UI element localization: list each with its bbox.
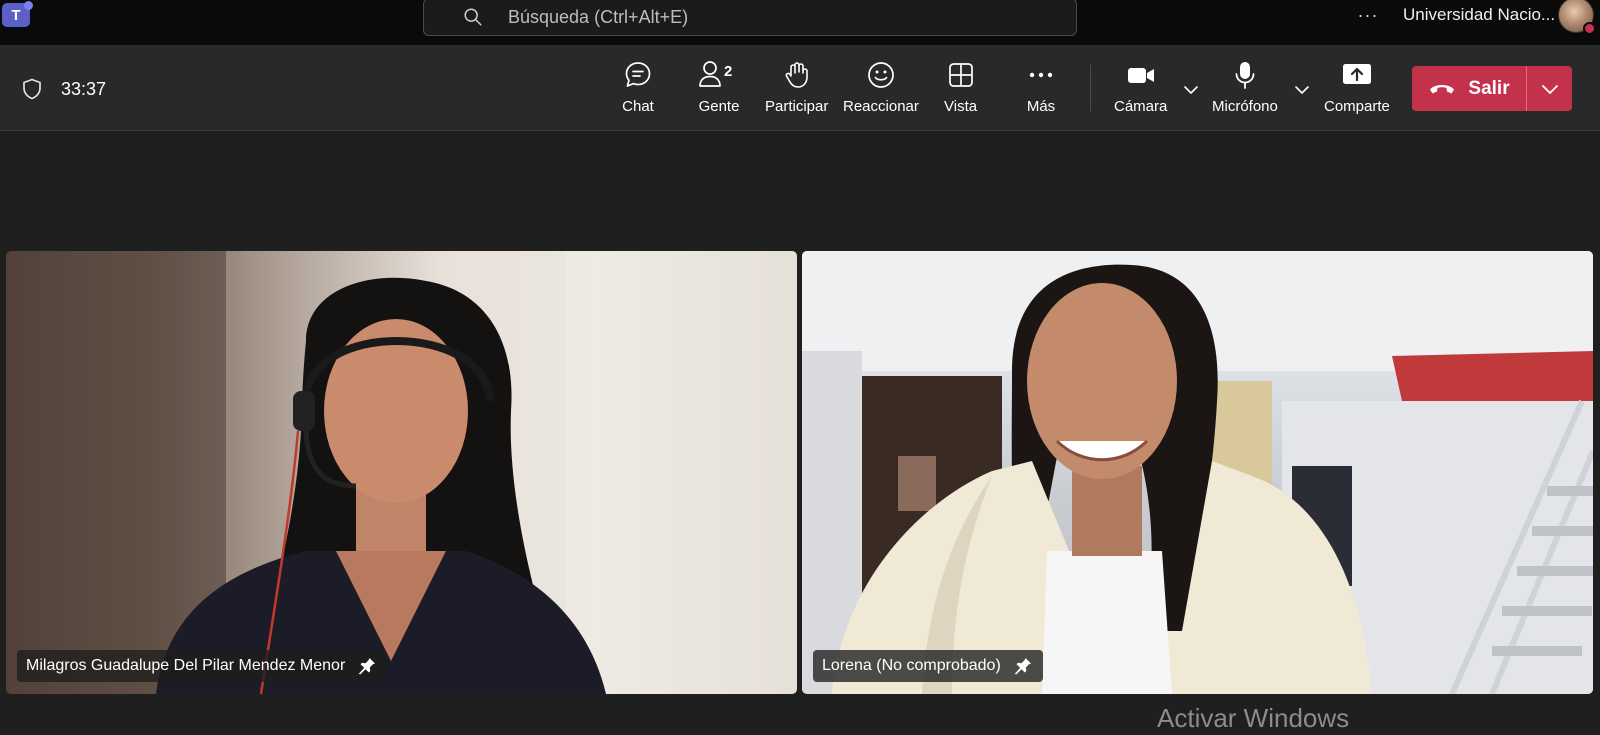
- camera-options-chevron-icon[interactable]: [1180, 79, 1202, 101]
- smiley-icon: [868, 62, 894, 88]
- chevron-down-icon: [1541, 84, 1558, 94]
- presence-status-indicator: [1583, 22, 1596, 35]
- people-count-badge: 2: [724, 63, 733, 80]
- camera-label: Cámara: [1114, 98, 1168, 115]
- raise-hand-button[interactable]: Participar: [765, 59, 828, 121]
- search-input[interactable]: [506, 3, 1046, 31]
- meeting-toolbar: 33:37 Chat 2 Gente Participar Reaccionar…: [0, 45, 1600, 131]
- raise-hand-icon: [785, 62, 808, 88]
- leave-button[interactable]: Salir: [1412, 66, 1526, 111]
- share-screen-icon: [1342, 64, 1371, 84]
- participant-video-tile[interactable]: Lorena (No comprobado): [802, 251, 1593, 694]
- windows-activation-watermark: Activar Windows: [1157, 703, 1350, 733]
- react-button[interactable]: Reaccionar: [843, 59, 919, 121]
- raise-hand-label: Participar: [765, 98, 829, 115]
- leave-divider: [1526, 66, 1527, 111]
- ellipsis-icon: [1029, 72, 1053, 78]
- microphone-icon: [1235, 62, 1255, 89]
- microphone-label: Micrófono: [1212, 98, 1278, 115]
- meeting-timer: 33:37: [61, 79, 107, 99]
- chat-icon: [625, 62, 651, 87]
- microphone-button[interactable]: Micrófono: [1212, 59, 1278, 121]
- participant-video-feed: [6, 251, 797, 694]
- more-actions-button[interactable]: Más: [1025, 59, 1057, 121]
- share-label: Comparte: [1324, 98, 1390, 115]
- participant-video-tile[interactable]: Milagros Guadalupe Del Pilar Mendez Meno…: [6, 251, 797, 694]
- camera-icon: [1127, 68, 1154, 83]
- search-icon: [464, 8, 482, 26]
- view-label: Vista: [944, 98, 978, 115]
- pin-icon[interactable]: [1013, 656, 1033, 676]
- pin-icon[interactable]: [357, 656, 377, 676]
- grid-view-icon: [948, 63, 973, 87]
- people-icon: [699, 61, 721, 87]
- participant-name-tag: Lorena (No comprobado): [813, 650, 1043, 682]
- teams-logo-dot: [24, 1, 33, 10]
- chat-label: Chat: [622, 98, 654, 115]
- teams-logo-letter: T: [11, 6, 21, 24]
- camera-button[interactable]: Cámara: [1114, 59, 1167, 121]
- microphone-options-chevron-icon[interactable]: [1291, 79, 1313, 101]
- participant-name: Lorena (No comprobado): [822, 657, 1001, 674]
- search-box[interactable]: [423, 0, 1077, 36]
- people-button[interactable]: 2 Gente: [697, 59, 741, 121]
- toolbar-divider: [1090, 65, 1091, 111]
- title-bar: T ··· Universidad Nacio...: [0, 0, 1600, 45]
- view-button[interactable]: Vista: [944, 59, 977, 121]
- hang-up-icon: [1430, 84, 1455, 93]
- more-options-button[interactable]: ···: [1354, 4, 1382, 26]
- react-label: Reaccionar: [843, 98, 919, 115]
- people-label: Gente: [698, 98, 740, 115]
- participant-video-feed: [802, 251, 1593, 694]
- more-actions-label: Más: [1026, 98, 1056, 115]
- leave-options-button[interactable]: [1527, 66, 1572, 111]
- organization-name[interactable]: Universidad Nacio...: [1403, 5, 1555, 25]
- chat-button[interactable]: Chat: [622, 59, 654, 121]
- participant-name: Milagros Guadalupe Del Pilar Mendez Meno…: [26, 657, 346, 674]
- shield-icon[interactable]: [20, 77, 44, 101]
- leave-label: Salir: [1468, 77, 1510, 99]
- share-button[interactable]: Comparte: [1324, 59, 1390, 121]
- user-avatar[interactable]: [1558, 0, 1596, 35]
- participant-name-tag: Milagros Guadalupe Del Pilar Mendez Meno…: [17, 650, 388, 682]
- leave-meeting-control: Salir: [1412, 66, 1572, 111]
- teams-logo-icon[interactable]: T: [2, 1, 33, 27]
